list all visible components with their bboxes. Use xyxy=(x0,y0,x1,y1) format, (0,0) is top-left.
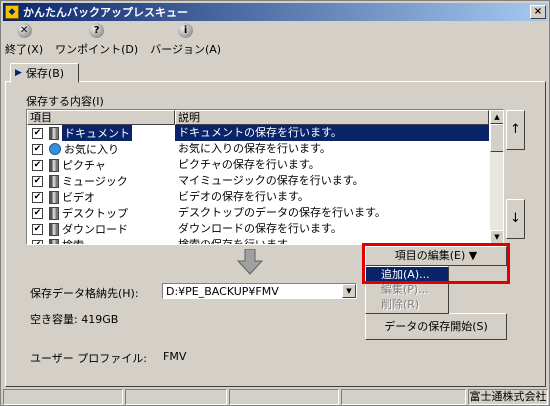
item-checkbox[interactable]: ✔ xyxy=(32,143,43,155)
contents-label: 保存する内容(I) xyxy=(26,95,104,108)
tab-save-label: 保存(B) xyxy=(25,67,65,80)
item-name: ダウンロード xyxy=(62,223,128,236)
list-scrollbar[interactable]: ▲ ▼ xyxy=(490,110,503,244)
list-item[interactable]: ✔ ビデオ ビデオの保存を行います。 xyxy=(27,189,489,205)
menu-item-edit: 編集(P)... xyxy=(381,283,429,296)
item-description: マイミュージックの保存を行います。 xyxy=(178,174,364,187)
item-cell: ✔ ダウンロード xyxy=(27,221,175,237)
item-description: ピクチャの保存を行います。 xyxy=(178,158,320,171)
close-window-button[interactable]: × xyxy=(530,5,546,19)
move-up-button[interactable]: ↑ xyxy=(506,110,525,150)
item-cell: ✔ ビデオ xyxy=(27,189,175,205)
item-description: デスクトップのデータの保存を行います。 xyxy=(178,206,386,219)
folder-icon xyxy=(49,190,59,204)
folder-icon xyxy=(49,222,59,236)
folder-icon xyxy=(49,174,59,188)
exit-button[interactable]: ✕ 終了(X) xyxy=(5,23,43,59)
list-rows: ✔ ドキュメント ドキュメントの保存を行います。 ✔ お気に入り お気に入りの保存を行いま… xyxy=(27,125,489,244)
folder-icon xyxy=(49,126,59,140)
item-description: お気に入りの保存を行います。 xyxy=(178,142,331,155)
one-point-button[interactable]: ? ワンポイント(D) xyxy=(55,23,138,59)
item-cell: ✔ ドキュメント xyxy=(27,125,175,141)
item-cell: ✔ デスクトップ xyxy=(27,205,175,221)
free-space-text: 空き容量: 419GB xyxy=(30,313,119,326)
list-item[interactable]: ✔ ダウンロード ダウンロードの保存を行います。 xyxy=(27,221,489,237)
item-checkbox[interactable]: ✔ xyxy=(32,207,43,219)
version-label: バージョン(A) xyxy=(150,43,222,56)
help-circle-icon: ? xyxy=(89,23,105,38)
list-item[interactable]: ✔ ピクチャ ピクチャの保存を行います。 xyxy=(27,157,489,173)
item-checkbox[interactable]: ✔ xyxy=(32,223,43,235)
item-checkbox[interactable]: ✔ xyxy=(32,239,43,244)
destination-select[interactable]: D:¥PE_BACKUP¥FMV ▼ xyxy=(162,283,357,299)
window-title: かんたんバックアップレスキュー xyxy=(23,6,188,19)
menu-item-delete: 削除(R) xyxy=(381,298,420,311)
highlight-box xyxy=(362,243,510,284)
list-header: 項目 説明 xyxy=(27,110,489,125)
item-cell: ✔ お気に入り xyxy=(27,141,175,157)
destination-value: D:¥PE_BACKUP¥FMV xyxy=(166,285,279,298)
app-icon: ◆ xyxy=(5,5,19,19)
status-cell xyxy=(3,389,123,405)
toolbar: ✕ 終了(X) ? ワンポイント(D) i バージョン(A) xyxy=(5,23,233,59)
start-backup-button[interactable]: データの保存開始(S) xyxy=(365,313,507,340)
item-description: ビデオの保存を行います。 xyxy=(178,190,309,203)
status-cell xyxy=(125,389,227,405)
list-item[interactable]: ✔ ミュージック マイミュージックの保存を行います。 xyxy=(27,173,489,189)
folder-icon xyxy=(49,238,59,244)
status-cell xyxy=(229,389,339,405)
down-arrow-icon xyxy=(237,249,263,275)
tab-arrow-icon: ▶ xyxy=(15,68,22,78)
item-name: ビデオ xyxy=(62,191,95,204)
app-window: ◆ かんたんバックアップレスキュー × ✕ 終了(X) ? ワンポイント(D) … xyxy=(0,0,550,406)
item-description: ドキュメントの保存を行います。 xyxy=(175,125,489,141)
profile-value: FMV xyxy=(163,350,187,363)
item-cell: ✔ ピクチャ xyxy=(27,157,175,173)
column-header-description[interactable]: 説明 xyxy=(175,110,489,125)
item-name: 検索 xyxy=(62,237,84,244)
list-item[interactable]: ✔ お気に入り お気に入りの保存を行います。 xyxy=(27,141,489,157)
list-item[interactable]: ✔ デスクトップ デスクトップのデータの保存を行います。 xyxy=(27,205,489,221)
item-checkbox[interactable]: ✔ xyxy=(32,159,43,171)
item-cell: ✔ 検索 xyxy=(27,237,175,244)
company-name: 富士通株式会社 xyxy=(468,389,548,405)
item-name: ピクチャ xyxy=(62,159,106,172)
item-name: ドキュメント xyxy=(62,125,132,141)
column-header-item[interactable]: 項目 xyxy=(27,110,175,125)
scroll-thumb[interactable] xyxy=(490,124,503,152)
item-name: お気に入り xyxy=(64,143,119,156)
status-bar: 富士通株式会社 xyxy=(3,389,548,405)
exit-label: 終了(X) xyxy=(5,43,44,56)
tab-save[interactable]: ▶ 保存(B) xyxy=(10,63,79,83)
desktop-icon xyxy=(49,206,59,220)
chevron-down-icon[interactable]: ▼ xyxy=(342,284,356,298)
info-circle-icon: i xyxy=(178,23,194,38)
item-name: デスクトップ xyxy=(62,207,128,220)
one-point-label: ワンポイント(D) xyxy=(55,43,139,56)
version-button[interactable]: i バージョン(A) xyxy=(150,23,221,59)
list-item[interactable]: ✔ ドキュメント ドキュメントの保存を行います。 xyxy=(27,125,489,141)
close-circle-icon: ✕ xyxy=(16,23,32,38)
status-cell xyxy=(341,389,466,405)
item-checkbox[interactable]: ✔ xyxy=(32,127,43,139)
item-description: ダウンロードの保存を行います。 xyxy=(178,222,342,235)
profile-label: ユーザー プロファイル: xyxy=(30,352,147,365)
scroll-up-button[interactable]: ▲ xyxy=(490,110,503,124)
item-checkbox[interactable]: ✔ xyxy=(32,191,43,203)
ie-icon xyxy=(49,143,61,155)
item-name: ミュージック xyxy=(62,175,128,188)
item-cell: ✔ ミュージック xyxy=(27,173,175,189)
scroll-down-button[interactable]: ▼ xyxy=(490,230,503,244)
destination-label: 保存データ格納先(H): xyxy=(30,287,139,300)
item-checkbox[interactable]: ✔ xyxy=(32,175,43,187)
backup-items-list[interactable]: 項目 説明 ✔ ドキュメント ドキュメントの保存を行います。 ✔ お気に入り お気に入りの… xyxy=(26,109,504,245)
folder-icon xyxy=(49,158,59,172)
move-down-button[interactable]: ↓ xyxy=(506,199,525,239)
title-bar: ◆ かんたんバックアップレスキュー × xyxy=(3,3,548,21)
